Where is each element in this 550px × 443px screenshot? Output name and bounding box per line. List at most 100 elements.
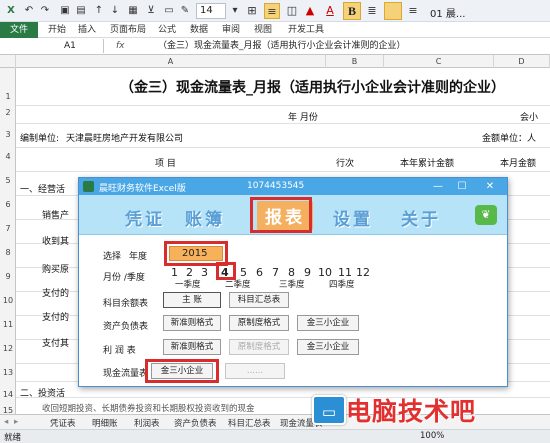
row-item: 支付的: [42, 313, 70, 323]
month-option-3[interactable]: 3: [201, 266, 208, 279]
sort-ascending-icon[interactable]: ↑: [92, 4, 106, 18]
row-number[interactable]: 6: [0, 200, 16, 209]
close-icon[interactable]: ✕: [479, 178, 501, 195]
font-size-field[interactable]: 14: [196, 3, 226, 19]
row-number[interactable]: 2: [0, 108, 16, 117]
company-name: 天津晨旺房地产开发有限公司: [66, 134, 184, 144]
cash-flow-more-button[interactable]: ......: [225, 363, 285, 379]
main-ledger-button[interactable]: 主 账: [163, 292, 221, 308]
row-item: 购买原: [42, 265, 70, 275]
tab-formulas[interactable]: 公式: [158, 24, 176, 36]
print-preview-icon[interactable]: ▤: [74, 4, 88, 18]
tab-view[interactable]: 视图: [254, 24, 272, 36]
save-icon[interactable]: ▣: [58, 4, 72, 18]
sheet-tab-profit[interactable]: 利润表: [134, 417, 160, 429]
column-header-a[interactable]: A: [16, 55, 326, 68]
format-painter-icon[interactable]: ✎: [178, 4, 192, 18]
account-balance-label: 科目余额表: [103, 299, 149, 309]
balance-new-standard-button[interactable]: 新准则格式: [163, 315, 221, 331]
quick-access-toolbar: X ↶ ↷ ▣ ▤ ↑ ↓ ▦ ⊻ ▭ ✎ 14 ▾ ⊞ ≡ ◫ ▲ A B ≣…: [0, 0, 550, 22]
formula-bar: A1 fx （金三）现金流量表_月报（适用执行小企业会计准则的企业）: [0, 38, 550, 55]
minimize-icon[interactable]: —: [427, 178, 449, 195]
formula-input[interactable]: （金三）现金流量表_月报（适用执行小企业会计准则的企业）: [158, 39, 406, 53]
decrease-decimal-icon[interactable]: ◫: [284, 3, 300, 19]
quarter-option-4[interactable]: 四季度: [329, 278, 355, 290]
quarter-option-1[interactable]: 一季度: [175, 278, 201, 290]
dialog-titlebar[interactable]: 晨旺财务软件Excel版 1074453545 — ☐ ✕: [79, 178, 507, 195]
sheet-title: （金三）现金流量表_月报（适用执行小企业会计准则的企业）: [120, 80, 505, 96]
column-header-d[interactable]: D: [494, 55, 550, 68]
row-item: 支付的: [42, 289, 70, 299]
undo-icon[interactable]: ↶: [22, 4, 36, 18]
row-number[interactable]: 4: [0, 152, 16, 161]
sheet-nav-prev-icon[interactable]: ◂: [4, 417, 8, 427]
balance-gold3-button[interactable]: 金三小企业: [297, 315, 359, 331]
profit-old-standard-button[interactable]: 原制度格式: [229, 339, 289, 355]
quarter-option-2[interactable]: 二季度: [225, 278, 251, 290]
sheet-tab-ledger[interactable]: 明细账: [92, 417, 118, 429]
balance-old-standard-button[interactable]: 原制度格式: [229, 315, 289, 331]
row-number[interactable]: 14: [0, 390, 16, 399]
fill-color-icon[interactable]: ▲: [302, 3, 318, 19]
select-label: 选择: [103, 252, 122, 262]
account-summary-button[interactable]: 科目汇总表: [229, 292, 289, 308]
chevron-down-icon[interactable]: ▾: [228, 4, 242, 18]
row-number[interactable]: 7: [0, 224, 16, 233]
filter-icon[interactable]: ⊻: [144, 4, 158, 18]
align-right-icon[interactable]: ≡: [405, 3, 421, 19]
wrap-text-icon[interactable]: ≡: [264, 3, 280, 19]
row-number[interactable]: 3: [0, 130, 16, 139]
row-number[interactable]: 8: [0, 248, 16, 257]
tab-review[interactable]: 审阅: [222, 24, 240, 36]
column-ytd-header: 本年累计金额: [400, 159, 455, 169]
sheet-tab-balance[interactable]: 资产负债表: [174, 417, 217, 429]
month-option-12[interactable]: 12: [356, 266, 370, 279]
row-number[interactable]: 5: [0, 176, 16, 185]
menu-voucher[interactable]: 凭证: [125, 205, 165, 230]
row-number[interactable]: 13: [0, 368, 16, 377]
redo-icon[interactable]: ↷: [38, 4, 52, 18]
bold-button[interactable]: B: [343, 2, 361, 20]
column-item-header: 项 目: [155, 159, 176, 169]
sheet-tab-vouchers[interactable]: 凭证表: [50, 417, 76, 429]
month-option-7[interactable]: 7: [272, 266, 279, 279]
menu-ledger[interactable]: 账簿: [185, 205, 225, 230]
menu-about[interactable]: 关于: [401, 205, 441, 230]
quarter-option-3[interactable]: 三季度: [279, 278, 305, 290]
month-option-6[interactable]: 6: [256, 266, 263, 279]
profit-new-standard-button[interactable]: 新准则格式: [163, 339, 221, 355]
column-header-c[interactable]: C: [384, 55, 494, 68]
maximize-icon[interactable]: ☐: [451, 178, 473, 195]
sheet-tab-summary[interactable]: 科目汇总表: [228, 417, 271, 429]
align-center-button[interactable]: [384, 2, 402, 20]
merge-cells-icon[interactable]: ⊞: [244, 3, 260, 19]
align-left-icon[interactable]: ≣: [364, 3, 380, 19]
menu-settings[interactable]: 设置: [333, 205, 373, 230]
table-icon[interactable]: ▦: [126, 4, 140, 18]
tab-data[interactable]: 数据: [190, 24, 208, 36]
zoom-level[interactable]: 100%: [420, 431, 444, 441]
row-number[interactable]: 10: [0, 296, 16, 305]
row-number[interactable]: 1: [0, 92, 16, 101]
sheet-nav-next-icon[interactable]: ▸: [14, 417, 18, 427]
tab-insert[interactable]: 插入: [78, 24, 96, 36]
column-header-b[interactable]: B: [326, 55, 384, 68]
row-number[interactable]: 11: [0, 320, 16, 329]
borders-icon[interactable]: ▭: [162, 4, 176, 18]
profit-gold3-button[interactable]: 金三小企业: [297, 339, 359, 355]
font-color-icon[interactable]: A: [322, 3, 338, 19]
row-number[interactable]: 12: [0, 344, 16, 353]
select-all-corner[interactable]: [0, 55, 16, 68]
sort-descending-icon[interactable]: ↓: [108, 4, 122, 18]
name-box[interactable]: A1: [0, 39, 104, 53]
tab-developer[interactable]: 开发工具: [288, 24, 324, 36]
unit-label: 编制单位:: [20, 134, 60, 144]
row-number[interactable]: 9: [0, 272, 16, 281]
tab-file[interactable]: 文件: [0, 22, 38, 38]
month-option-9[interactable]: 9: [304, 266, 311, 279]
tab-home[interactable]: 开始: [48, 24, 66, 36]
insert-function-icon[interactable]: fx: [104, 39, 154, 53]
ribbon-tab-bar: 文件 开始 插入 页面布局 公式 数据 审阅 视图 开发工具: [0, 22, 550, 38]
tab-page-layout[interactable]: 页面布局: [110, 24, 146, 36]
app-icon: [83, 181, 94, 192]
